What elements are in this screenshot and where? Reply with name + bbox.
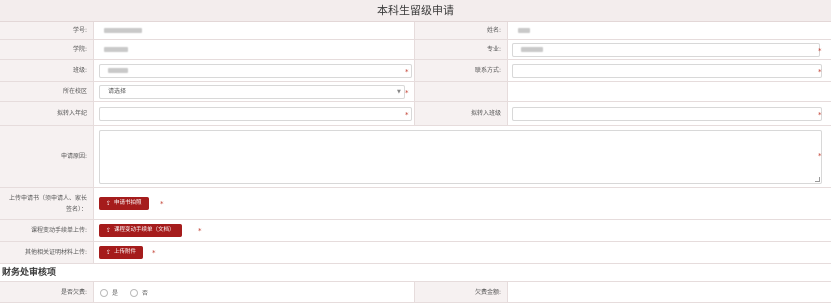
upload-other-required-mark: * xyxy=(152,249,156,257)
upload-other-button[interactable]: ⇪ 上传附件 xyxy=(99,246,144,259)
campus-required-mark: * xyxy=(405,89,409,97)
major-required-mark: * xyxy=(818,47,822,55)
reason-textarea[interactable] xyxy=(99,130,822,184)
upload-icon: ⇪ xyxy=(106,227,112,234)
page-title: 本科生留级申请 xyxy=(0,0,831,22)
upload-course-change-button-label: 课程变动手续单（文档） xyxy=(114,227,175,233)
name-redacted xyxy=(518,28,530,33)
arrears-yes-radio[interactable] xyxy=(100,288,108,297)
row-arrears: 是否欠费: 是 否 欠费金额: xyxy=(0,281,831,303)
name-value xyxy=(508,22,831,39)
contact-field[interactable] xyxy=(512,64,822,78)
arrears-label: 是否欠费: xyxy=(0,282,94,302)
major-field[interactable] xyxy=(512,43,820,57)
class-field[interactable] xyxy=(99,64,412,78)
transfer-grade-label: 拟转入年纪 xyxy=(0,102,94,125)
row-upload-other: 其他相关证明材料上传: ⇪ 上传附件 * xyxy=(0,242,831,264)
transfer-class-label: 拟转入班级 xyxy=(414,102,508,125)
row-transfer: 拟转入年纪 * 拟转入班级 * xyxy=(0,102,831,126)
class-redacted xyxy=(108,68,128,73)
upload-course-change-button[interactable]: ⇪ 课程变动手续单（文档） xyxy=(99,224,182,237)
row-student-id: 学号: 姓名: xyxy=(0,22,831,40)
row-campus: 所在校区 请选择 ▼ * xyxy=(0,82,831,102)
row-class: 班级: * 联系方式: * xyxy=(0,60,831,82)
student-id-label: 学号: xyxy=(0,22,94,39)
upload-application-button[interactable]: ⇪ 申请书拍照 xyxy=(99,197,149,210)
upload-application-label: 上传申请书（须申请人、家长签名）： xyxy=(0,188,94,219)
transfer-class-required-mark: * xyxy=(818,111,822,119)
upload-course-change-required-mark: * xyxy=(198,227,202,235)
student-id-value xyxy=(94,22,414,39)
arrears-amount-label: 欠费金额: xyxy=(414,282,508,302)
upload-icon: ⇪ xyxy=(106,249,112,256)
upload-icon: ⇪ xyxy=(106,200,112,207)
reason-label: 申请原因: xyxy=(0,126,94,187)
arrears-yes-label: 是 xyxy=(112,290,119,297)
college-redacted xyxy=(104,47,128,52)
row-upload-course-change: 课程变动手续单上传: ⇪ 课程变动手续单（文档） * xyxy=(0,220,831,242)
upload-application-button-label: 申请书拍照 xyxy=(114,200,142,206)
finance-section-title: 财务处审核项 xyxy=(2,268,57,278)
reason-required-mark: * xyxy=(818,152,822,160)
campus-select[interactable]: 请选择 xyxy=(99,85,405,99)
resize-grip-icon[interactable] xyxy=(815,177,820,182)
college-label: 学院: xyxy=(0,40,94,59)
transfer-grade-field[interactable] xyxy=(99,107,412,121)
arrears-no-radio[interactable] xyxy=(130,288,139,297)
class-required-mark: * xyxy=(405,68,409,76)
arrears-no-label: 否 xyxy=(142,290,149,297)
arrears-amount-value xyxy=(508,282,831,302)
major-label: 专业: xyxy=(414,40,508,59)
contact-label: 联系方式: xyxy=(414,60,508,81)
arrears-radio-group: 是 否 xyxy=(100,288,148,297)
chevron-down-icon[interactable]: ▼ xyxy=(397,89,401,95)
class-label: 班级: xyxy=(0,60,94,81)
row-upload-application: 上传申请书（须申请人、家长签名）： ⇪ 申请书拍照 * xyxy=(0,188,831,220)
row-college: 学院: 专业: * xyxy=(0,40,831,60)
upload-application-required-mark: * xyxy=(160,200,164,208)
major-redacted xyxy=(521,47,543,52)
transfer-grade-required-mark: * xyxy=(405,111,409,119)
campus-label: 所在校区 xyxy=(0,82,94,101)
name-label: 姓名: xyxy=(414,22,508,39)
upload-course-change-label: 课程变动手续单上传: xyxy=(0,220,94,241)
student-id-redacted xyxy=(104,28,142,33)
college-value xyxy=(94,40,414,59)
contact-required-mark: * xyxy=(818,68,822,76)
transfer-class-field[interactable] xyxy=(512,107,822,121)
row-reason: 申请原因: * xyxy=(0,126,831,188)
upload-other-button-label: 上传附件 xyxy=(114,249,137,255)
campus-spacer xyxy=(414,82,508,101)
upload-other-label: 其他相关证明材料上传: xyxy=(0,242,94,263)
